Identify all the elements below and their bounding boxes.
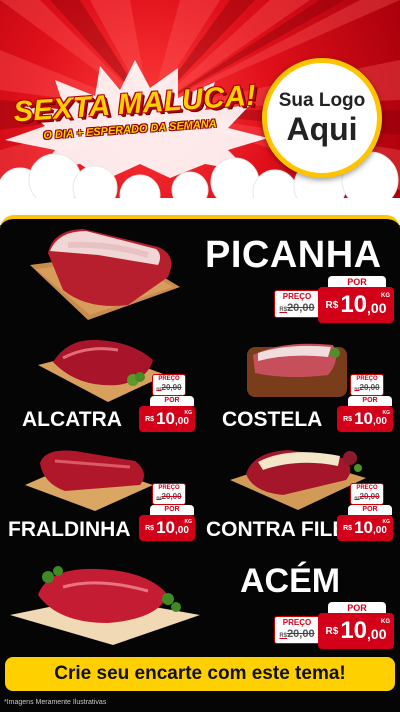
price-integer-fraldinha: 10 bbox=[156, 518, 175, 537]
old-currency: R$ bbox=[279, 307, 288, 313]
price-currency: R$ bbox=[343, 524, 353, 532]
old-price-value: 20,00 bbox=[161, 492, 182, 501]
price-decimal-picanha: ,00 bbox=[367, 300, 387, 316]
product-name-picanha: PICANHA bbox=[205, 234, 382, 276]
hero-banner: SEXTA MALUCA! O DIA + ESPERADO DA SEMANA… bbox=[0, 0, 400, 225]
unit-kg: KG bbox=[382, 410, 391, 416]
preco-tag-alcatra: PREÇO R$20,00 bbox=[152, 374, 186, 396]
old-currency: R$ bbox=[279, 633, 288, 639]
unit-kg: KG bbox=[382, 519, 391, 525]
por-label-fraldinha: POR bbox=[150, 505, 194, 515]
picanha-image bbox=[30, 229, 180, 320]
preco-label: PREÇO bbox=[158, 485, 180, 491]
cta-button[interactable]: Crie seu encarte com este tema! bbox=[5, 657, 395, 691]
costela-image bbox=[247, 343, 347, 397]
disclaimer-text: *Imagens Meramente Ilustrativas bbox=[4, 699, 107, 706]
price-decimal-alcatra: ,00 bbox=[174, 415, 189, 427]
product-name-fraldinha: FRALDINHA bbox=[8, 518, 131, 541]
unit-kg: KG bbox=[381, 619, 390, 625]
old-price-picanha: R$20,00 bbox=[275, 302, 319, 317]
price-currency: R$ bbox=[325, 299, 339, 311]
contra-file-image bbox=[230, 450, 366, 510]
logo-text-line2: Aqui bbox=[286, 111, 358, 147]
old-price-contra-file: R$20,00 bbox=[351, 492, 383, 503]
product-name-alcatra: ALCATRA bbox=[22, 408, 122, 431]
fraldinha-image bbox=[25, 450, 153, 511]
price-decimal-fraldinha: ,00 bbox=[174, 524, 189, 536]
price-alcatra: R$ 10 ,00 KG bbox=[139, 406, 195, 432]
price-integer-costela: 10 bbox=[354, 409, 373, 428]
old-price-value: 20,00 bbox=[287, 302, 315, 314]
price-acem: R$ 10 ,00 KG bbox=[318, 613, 394, 649]
old-price-value: 20,00 bbox=[287, 628, 315, 640]
old-price-alcatra: R$20,00 bbox=[153, 383, 185, 394]
preco-tag-picanha: PREÇO R$20,00 bbox=[274, 290, 320, 318]
price-currency: R$ bbox=[325, 625, 339, 637]
unit-kg: KG bbox=[184, 410, 193, 416]
product-name-contra-file: CONTRA FILÉ bbox=[206, 518, 347, 541]
acem-image bbox=[10, 566, 200, 645]
price-decimal-acem: ,00 bbox=[367, 626, 387, 642]
preco-tag-fraldinha: PREÇO R$20,00 bbox=[152, 483, 186, 505]
product-name-costela: COSTELA bbox=[222, 408, 323, 431]
old-price-costela: R$20,00 bbox=[351, 383, 383, 394]
old-price-value: 20,00 bbox=[161, 383, 182, 392]
price-picanha: R$ 10 ,00 KG bbox=[318, 287, 394, 323]
price-currency: R$ bbox=[145, 524, 155, 532]
price-integer-contra-file: 10 bbox=[354, 518, 373, 537]
por-label-costela: POR bbox=[348, 396, 392, 406]
preco-label: PREÇO bbox=[356, 485, 378, 491]
por-label-alcatra: POR bbox=[150, 396, 194, 406]
preco-label: PREÇO bbox=[158, 376, 180, 382]
price-integer-acem: 10 bbox=[340, 617, 368, 644]
alcatra-image bbox=[38, 339, 166, 402]
unit-kg: KG bbox=[184, 519, 193, 525]
price-costela: R$ 10 ,00 KG bbox=[337, 406, 393, 432]
price-decimal-contra-file: ,00 bbox=[372, 524, 387, 536]
preco-label: PREÇO bbox=[282, 292, 312, 301]
old-price-value: 20,00 bbox=[359, 492, 380, 501]
preco-label: PREÇO bbox=[282, 618, 312, 627]
old-price-acem: R$20,00 bbox=[275, 628, 319, 643]
price-contra-file: R$ 10 ,00 KG bbox=[337, 515, 393, 541]
price-fraldinha: R$ 10 ,00 KG bbox=[139, 515, 195, 541]
logo-placeholder[interactable]: Sua Logo Aqui bbox=[262, 58, 382, 178]
price-integer-alcatra: 10 bbox=[156, 409, 175, 428]
unit-kg: KG bbox=[381, 293, 390, 299]
old-price-value: 20,00 bbox=[359, 383, 380, 392]
price-integer-picanha: 10 bbox=[340, 291, 368, 318]
preco-tag-contra-file: PREÇO R$20,00 bbox=[350, 483, 384, 505]
logo-text-line1: Sua Logo bbox=[278, 90, 366, 111]
preco-label: PREÇO bbox=[356, 376, 378, 382]
old-price-fraldinha: R$20,00 bbox=[153, 492, 185, 503]
preco-tag-costela: PREÇO R$20,00 bbox=[350, 374, 384, 396]
product-name-acem: ACÉM bbox=[240, 562, 341, 600]
price-currency: R$ bbox=[343, 415, 353, 423]
preco-tag-acem: PREÇO R$20,00 bbox=[274, 616, 320, 644]
price-currency: R$ bbox=[145, 415, 155, 423]
price-decimal-costela: ,00 bbox=[372, 415, 387, 427]
por-label-contra-file: POR bbox=[348, 505, 392, 515]
